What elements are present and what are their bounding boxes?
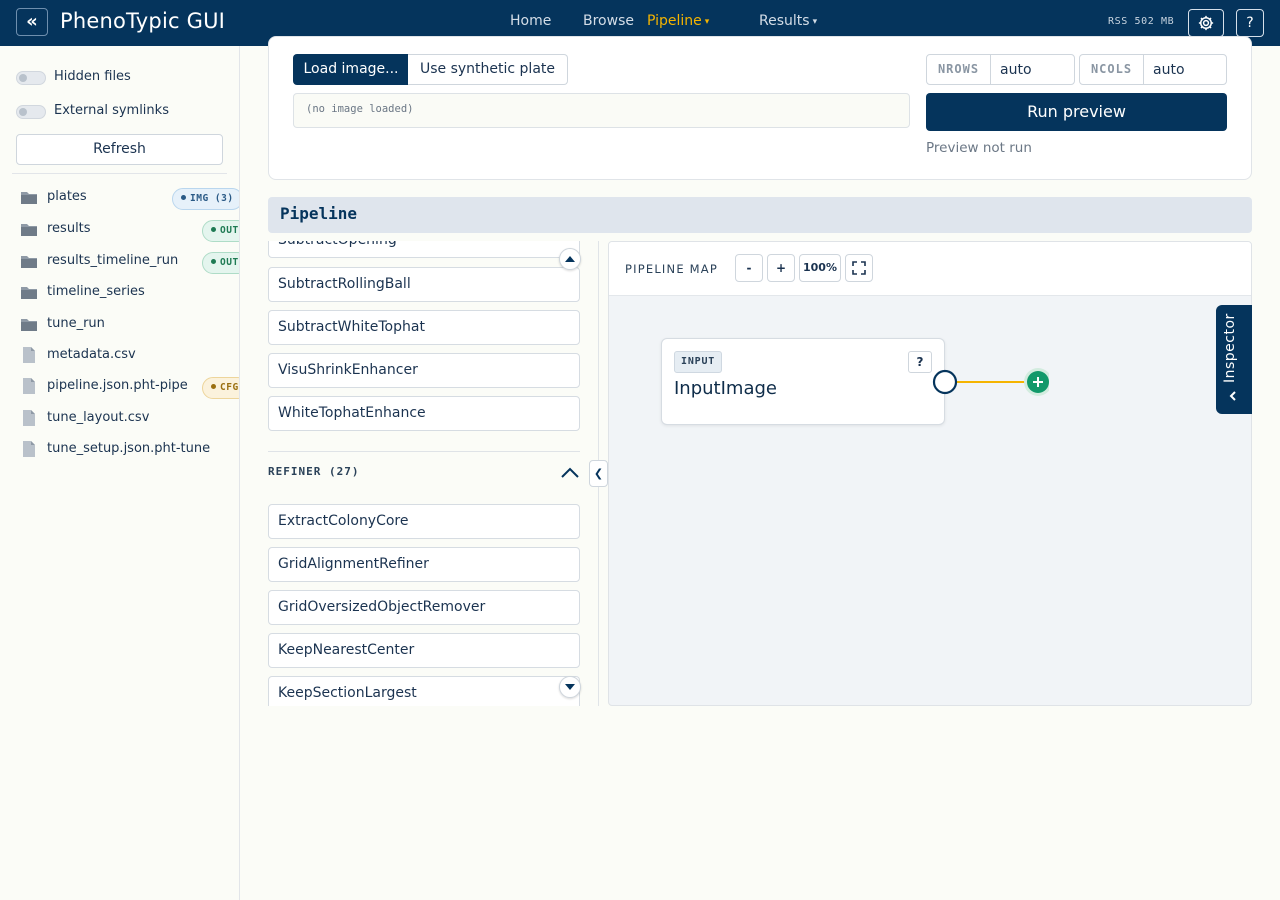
- file-name: metadata.csv: [47, 347, 136, 362]
- zoom-reset-button[interactable]: 100%: [799, 254, 841, 282]
- run-preview-button[interactable]: Run preview: [926, 93, 1227, 131]
- map-toolbar: PIPELINE MAP - + 100%: [609, 242, 1251, 296]
- palette-item[interactable]: KeepNearestCenter: [268, 633, 580, 668]
- chevron-down-icon: ▾: [704, 17, 710, 27]
- refiner-section-header[interactable]: REFINER (27): [268, 465, 359, 478]
- nrows-input[interactable]: [991, 55, 1074, 84]
- palette-item[interactable]: GridAlignmentRefiner: [268, 547, 580, 582]
- zoom-out-button[interactable]: -: [735, 254, 763, 282]
- folder-icon: [21, 192, 37, 204]
- chevron-left-icon: [1229, 391, 1236, 401]
- file-badge: OUT: [202, 252, 239, 274]
- file-icon: [23, 347, 35, 363]
- file-name: tune_setup.json.pht-tune: [47, 441, 211, 456]
- file-name: tune_layout.csv: [47, 410, 150, 425]
- toggle-switch[interactable]: [16, 71, 46, 85]
- memory-usage: RSS 502 MB: [1108, 16, 1175, 27]
- divider: [12, 173, 227, 174]
- fullscreen-icon: [852, 261, 866, 275]
- collapse-sidebar-button[interactable]: «: [16, 8, 48, 36]
- inspector-label: Inspector: [1222, 313, 1238, 383]
- map-title: PIPELINE MAP: [625, 262, 718, 276]
- fullscreen-button[interactable]: [845, 254, 873, 282]
- chevron-down-icon: ▾: [812, 17, 818, 27]
- scroll-down-button[interactable]: [559, 676, 581, 698]
- divider: [268, 451, 580, 452]
- palette-item[interactable]: KeepSectionLargest: [268, 676, 580, 706]
- pipeline-node-input[interactable]: INPUT ? InputImage: [661, 338, 945, 425]
- file-name: pipeline.json.pht-pipe: [47, 378, 188, 393]
- file-name: results: [47, 221, 91, 236]
- node-connector: [932, 368, 1049, 396]
- ncols-field: NCOLS: [1079, 54, 1227, 85]
- pipeline-map[interactable]: PIPELINE MAP - + 100% INPUT ? InputImage: [608, 241, 1252, 706]
- file-icon: [23, 410, 35, 426]
- load-image-button[interactable]: Load image...: [293, 54, 409, 85]
- caret-up-icon: [565, 256, 575, 262]
- folder-icon: [21, 224, 37, 236]
- file-badge: OUT: [202, 220, 239, 242]
- file-icon: [23, 441, 35, 457]
- toggle-label: Hidden files: [54, 69, 131, 84]
- scroll-up-button[interactable]: [559, 248, 581, 270]
- file-badge: IMG (3): [172, 188, 239, 210]
- palette-item[interactable]: SubtractRollingBall: [268, 267, 580, 302]
- app-title: PhenoTypic GUI: [60, 9, 226, 33]
- palette-item[interactable]: GridOversizedObjectRemover: [268, 590, 580, 625]
- node-name: InputImage: [674, 378, 777, 399]
- file-sidebar: Hidden files External symlinks Refresh p…: [0, 46, 240, 900]
- folder-icon: [21, 287, 37, 299]
- file-name: timeline_series: [47, 284, 145, 299]
- file-name: plates: [47, 189, 87, 204]
- caret-down-icon: [565, 684, 575, 690]
- inspector-tab[interactable]: Inspector: [1216, 305, 1252, 414]
- folder-icon: [21, 319, 37, 331]
- file-badge: CFG: [202, 377, 239, 399]
- node-type-tag: INPUT: [674, 351, 723, 373]
- refresh-button[interactable]: Refresh: [16, 134, 223, 165]
- operation-palette: SubtractOpening SubtractRollingBall Subt…: [268, 241, 588, 706]
- palette-item[interactable]: WhiteTophatEnhance: [268, 396, 580, 431]
- file-name: results_timeline_run: [47, 253, 179, 268]
- nrows-field: NROWS: [926, 54, 1075, 85]
- collapse-palette-button[interactable]: ❮: [589, 460, 608, 487]
- ncols-label: NCOLS: [1080, 55, 1144, 84]
- chevron-up-icon[interactable]: [560, 465, 580, 481]
- settings-button[interactable]: [1188, 9, 1224, 37]
- toggle-switch[interactable]: [16, 105, 46, 119]
- nrows-label: NROWS: [927, 55, 991, 84]
- file-name: tune_run: [47, 316, 105, 331]
- palette-item[interactable]: SubtractWhiteTophat: [268, 310, 580, 345]
- folder-icon: [21, 256, 37, 268]
- image-status: (no image loaded): [293, 93, 910, 128]
- help-button[interactable]: ?: [1236, 9, 1264, 37]
- preview-status: Preview not run: [926, 140, 1032, 156]
- synthetic-plate-button[interactable]: Use synthetic plate: [408, 54, 568, 85]
- toggle-label: External symlinks: [54, 103, 169, 118]
- output-port[interactable]: [932, 369, 958, 395]
- zoom-in-button[interactable]: +: [767, 254, 795, 282]
- file-icon: [23, 378, 35, 394]
- gear-icon: [1198, 15, 1214, 31]
- palette-item[interactable]: ExtractColonyCore: [268, 504, 580, 539]
- ncols-input[interactable]: [1144, 55, 1226, 84]
- pipeline-header: Pipeline: [268, 197, 1252, 233]
- palette-item[interactable]: SubtractOpening: [268, 241, 580, 258]
- palette-item[interactable]: VisuShrinkEnhancer: [268, 353, 580, 388]
- pipeline-title: Pipeline: [280, 204, 358, 223]
